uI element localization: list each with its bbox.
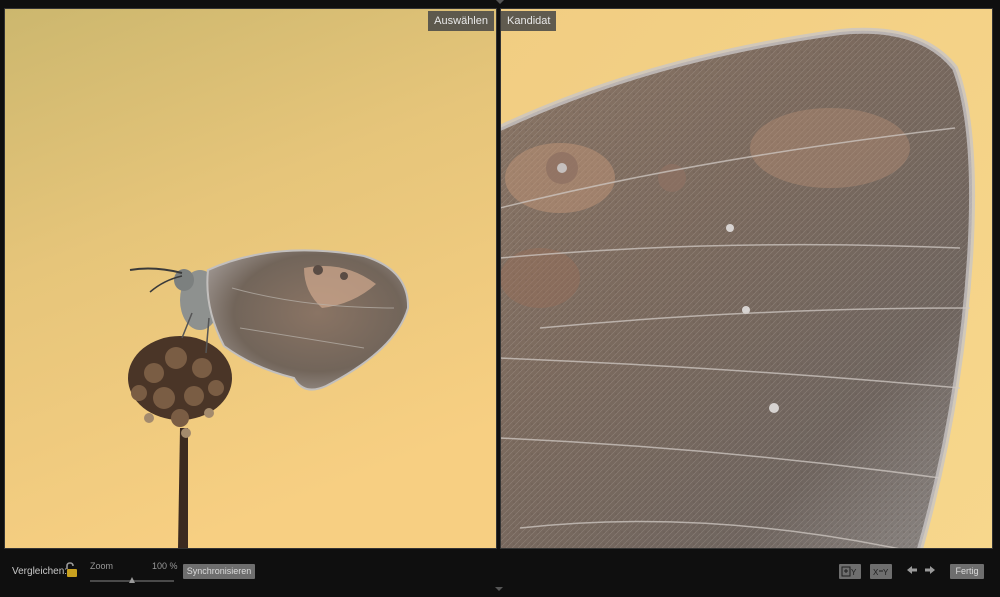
svg-text:X: X (873, 568, 879, 577)
butterfly-full-photo (4, 8, 497, 549)
select-label: Auswählen (428, 11, 494, 31)
bottom-panel-toggle[interactable] (495, 587, 503, 591)
done-button[interactable]: Fertig (950, 564, 984, 579)
svg-text:Y: Y (883, 568, 889, 577)
copy-xy-icon: X Y (873, 568, 889, 577)
top-panel-toggle[interactable] (496, 0, 504, 4)
candidate-label: Kandidat (501, 11, 557, 31)
swap-button[interactable]: Y (839, 564, 861, 579)
swap-xy-icon: Y (841, 566, 857, 577)
zoom-slider[interactable] (90, 577, 174, 583)
arrow-right-icon[interactable] (924, 565, 936, 575)
zoom-label: Zoom (90, 561, 114, 571)
select-photo-panel[interactable]: Auswählen (4, 8, 497, 549)
compare-toolbar: Vergleichen: Zoom 100 % Synchronisieren … (0, 552, 1000, 587)
synchronize-button[interactable]: Synchronisieren (183, 564, 255, 579)
zoom-value: 100 % (152, 561, 178, 571)
copy-settings-button[interactable]: X Y (870, 564, 892, 579)
butterfly-wing-closeup-photo (500, 8, 993, 549)
zoom-slider-thumb[interactable] (129, 577, 135, 583)
unlock-icon[interactable] (64, 562, 78, 578)
svg-text:Y: Y (851, 568, 857, 577)
candidate-photo-panel[interactable]: Kandidat (500, 8, 993, 549)
arrow-left-icon[interactable] (906, 565, 918, 575)
compare-label: Vergleichen: (12, 566, 68, 577)
